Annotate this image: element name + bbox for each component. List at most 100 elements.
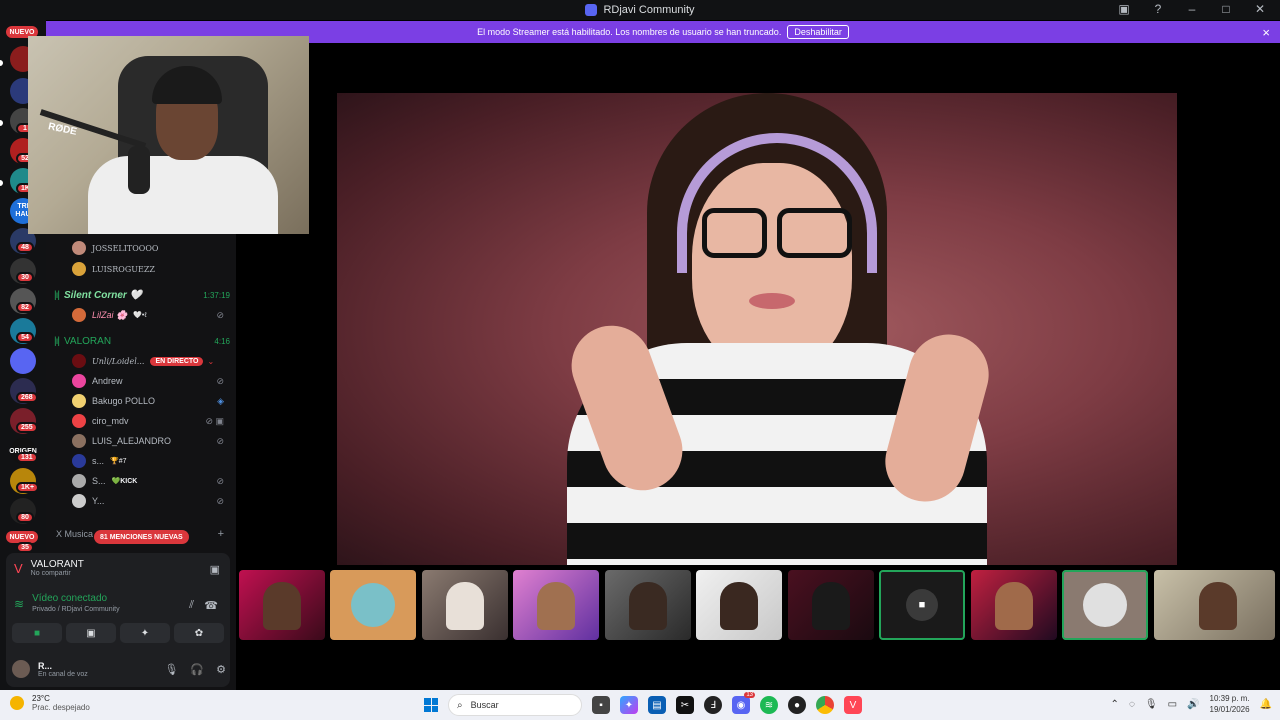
disconnect-icon[interactable]: ☎ — [204, 599, 218, 612]
stream-game-icon[interactable]: ▣ — [210, 563, 220, 576]
participant-tile[interactable] — [696, 570, 782, 640]
username: Bakugo POLLO — [92, 396, 156, 406]
voice-user-row[interactable]: ciro_mdv ⊘ ▣ — [46, 411, 236, 431]
windows-start-icon[interactable] — [424, 698, 438, 712]
voice-user-row[interactable]: LUIS_ALEJANDRO ⊘ — [46, 431, 236, 451]
close-banner-icon[interactable]: × — [1262, 25, 1270, 40]
participant-tile[interactable] — [239, 570, 325, 640]
server-badge: 131 — [16, 452, 38, 463]
obs-icon[interactable]: ● — [788, 696, 806, 714]
category-label: X Musica — [56, 529, 94, 539]
disable-streamer-button[interactable]: Deshabilitar — [787, 25, 849, 39]
settings-icon[interactable]: ⚙ — [216, 663, 226, 676]
headphones-icon[interactable]: 🎧 — [190, 663, 204, 676]
activities-button[interactable]: ✦ — [120, 623, 170, 643]
app-icon[interactable]: Ⅎ — [704, 696, 722, 714]
voice-user-row[interactable]: LilZai 🌸 🤍•ℓ ⊘ — [46, 305, 236, 325]
main-video-stream[interactable] — [337, 93, 1177, 565]
chevron-up-icon[interactable]: ⌃ — [1111, 699, 1119, 710]
valorant-taskbar-icon[interactable]: V — [844, 696, 862, 714]
spotify-icon[interactable]: ≋ — [760, 696, 778, 714]
search-icon: ⌕ — [457, 699, 463, 711]
inbox-icon[interactable]: ▣ — [1114, 2, 1134, 16]
discord-badge: 13 — [744, 692, 755, 698]
voice-panel: V VALORANT No compartir ▣ ≋ Vídeo conect… — [6, 553, 230, 687]
channel-timer: 4:16 — [214, 336, 230, 346]
username: LUISROGUEZZ — [92, 264, 155, 274]
screen-share-button[interactable]: ▣ — [66, 623, 116, 643]
participant-tile[interactable] — [513, 570, 599, 640]
chevron-down-icon[interactable]: ⌄ — [207, 357, 214, 366]
voice-user-row[interactable]: S... 💚KICK ⊘ — [46, 471, 236, 491]
server-badge: 30 — [16, 272, 34, 283]
mute-icon: ⊘ — [216, 435, 224, 446]
store-icon[interactable]: ▤ — [648, 696, 666, 714]
voice-user-row[interactable]: JOSSELITOOOO — [46, 238, 236, 258]
microphone-icon[interactable]: 🎙 — [164, 663, 178, 676]
system-tray: ⌃ ◌ 🎙 ▭ 🔊 10:39 p. m. 19/01/2026 🔔 — [1111, 693, 1272, 715]
microphone-tray-icon[interactable]: 🎙 — [1145, 699, 1158, 710]
participant-tile[interactable] — [788, 570, 874, 640]
camera-button[interactable]: ■ — [12, 623, 62, 643]
activity-header: V VALORANT No compartir — [14, 559, 84, 577]
soundboard-button[interactable]: ✿ — [174, 623, 224, 643]
participant-tile[interactable] — [1062, 570, 1148, 640]
discord-server-icon[interactable] — [10, 348, 36, 374]
mute-icon: ⊘ — [216, 475, 224, 486]
capcut-icon[interactable]: ✂ — [676, 696, 694, 714]
task-view-icon[interactable]: ▪ — [592, 696, 610, 714]
voice-channel-valoran[interactable]: |ı| VALORAN 4:16 — [54, 331, 230, 351]
taskbar-search[interactable]: ⌕ Buscar — [448, 694, 582, 716]
participant-tile[interactable] — [1154, 570, 1275, 640]
display-icon[interactable]: ▭ — [1168, 699, 1177, 710]
network-icon[interactable]: ◌ — [1129, 699, 1135, 710]
streamer-webcam: RØDE — [28, 36, 309, 234]
participant-tile-camera-off[interactable]: ■ — [879, 570, 965, 640]
user-tag: 🏆#7 — [110, 458, 127, 465]
avatar — [72, 494, 86, 508]
user-controls: 🎙 🎧 ⚙ — [164, 663, 226, 676]
voice-user-row[interactable]: s... 🏆#7 — [46, 451, 236, 471]
avatar — [72, 394, 86, 408]
windows-taskbar: 23°C Prac. despejado ⌕ Buscar ▪ ✦ ▤ ✂ Ⅎ … — [0, 690, 1280, 720]
participant-tile[interactable] — [330, 570, 416, 640]
voice-user-row-live[interactable]: Unli/Loidel... EN DIRECTO ⌄ — [46, 351, 236, 371]
username: Unli/Loidel... — [92, 356, 145, 366]
participant-tile[interactable] — [605, 570, 691, 640]
voice-channel-silent-corner[interactable]: |ı| Silent Corner 🤍 1:37:19 — [54, 285, 230, 305]
minimize-button[interactable]: – — [1182, 2, 1202, 16]
participant-figure — [537, 582, 575, 630]
close-window-button[interactable]: ✕ — [1250, 2, 1270, 16]
new-mentions-badge[interactable]: 81 MENCIONES NUEVAS — [94, 530, 189, 544]
avatar — [72, 474, 86, 488]
notifications-icon[interactable]: 🔔 — [1260, 699, 1272, 710]
participant-tile[interactable] — [422, 570, 508, 640]
copilot-icon[interactable]: ✦ — [620, 696, 638, 714]
help-icon[interactable]: ? — [1148, 2, 1168, 16]
server-badge: 48 — [16, 242, 34, 253]
volume-icon[interactable]: 🔊 — [1187, 699, 1199, 710]
voice-user-row[interactable]: Y... ⊘ — [46, 491, 236, 511]
weather-widget[interactable]: 23°C Prac. despejado — [10, 694, 90, 712]
add-channel-icon[interactable]: + — [218, 528, 224, 540]
clock[interactable]: 10:39 p. m. 19/01/2026 — [1210, 693, 1250, 715]
voice-user-row[interactable]: Andrew ⊘ — [46, 371, 236, 391]
participant-tile[interactable] — [971, 570, 1057, 640]
discord-window: RDjavi Community ▣ ? – □ ✕ El modo Strea… — [0, 0, 1280, 690]
server-badge: 35 — [16, 542, 34, 553]
voice-user-row[interactable]: LUISROGUEZZ — [46, 259, 236, 279]
participant-figure — [1083, 583, 1127, 627]
username: JOSSELITOOOO — [92, 243, 159, 253]
maximize-button[interactable]: □ — [1216, 2, 1236, 16]
chrome-icon[interactable] — [816, 696, 834, 714]
noise-suppression-icon[interactable]: ⫽ — [189, 599, 194, 612]
date: 19/01/2026 — [1209, 705, 1250, 714]
connection-channel[interactable]: Privado / RDjavi Community — [32, 606, 120, 613]
discord-icon[interactable]: ◉ 13 — [732, 692, 755, 714]
participant-figure — [720, 582, 758, 630]
voice-user-row[interactable]: Bakugo POLLO ◈ — [46, 391, 236, 411]
current-username: R... — [38, 660, 53, 671]
avatar[interactable] — [12, 660, 30, 678]
connection-status[interactable]: Vídeo conectado — [32, 593, 120, 604]
voice-action-buttons: ■ ▣ ✦ ✿ — [12, 623, 224, 643]
